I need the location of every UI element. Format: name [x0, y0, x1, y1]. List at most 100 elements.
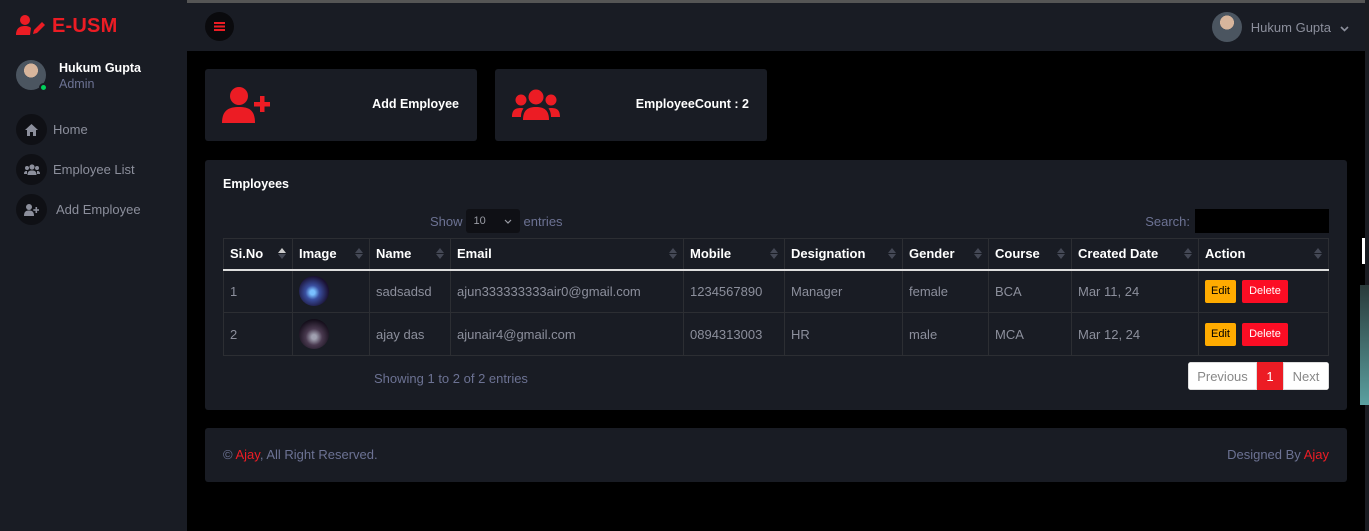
delete-button[interactable]: Delete	[1241, 279, 1288, 303]
panel-title: Employees	[223, 177, 290, 191]
pagination-previous[interactable]: Previous	[1188, 362, 1257, 390]
cell-image	[292, 269, 370, 313]
sort-icon	[1314, 248, 1322, 259]
entries-label: entries	[523, 213, 563, 229]
avatar	[16, 60, 48, 92]
table-row: 1 sadsadsd ajun333333333air0@gmail.com 1…	[223, 269, 1329, 313]
profile-role: Admin	[59, 77, 95, 91]
sidebar-item-label: Employee List	[53, 162, 135, 177]
user-edit-icon	[16, 14, 46, 39]
copyright-symbol: ©	[223, 447, 233, 462]
employee-photo	[299, 319, 329, 349]
copyright: © Ajay, All Right Reserved.	[223, 447, 378, 462]
column-header-email[interactable]: Email	[450, 238, 684, 271]
cell-action: Edit Delete	[1198, 269, 1329, 313]
search-label: Search:	[1145, 213, 1190, 229]
users-icon	[16, 154, 47, 185]
column-header-name[interactable]: Name	[369, 238, 451, 271]
pagination-page-1[interactable]: 1	[1257, 362, 1283, 390]
column-label: Email	[457, 246, 492, 262]
delete-button[interactable]: Delete	[1241, 322, 1288, 346]
online-status-dot	[39, 83, 48, 92]
menu-toggle-button[interactable]	[205, 12, 234, 41]
column-label: Si.No	[230, 246, 264, 262]
column-header-sino[interactable]: Si.No	[223, 238, 293, 271]
sidebar-item-label: Add Employee	[56, 202, 141, 217]
author-link[interactable]: Ajay	[236, 447, 260, 462]
chevron-down-icon	[504, 215, 512, 227]
sidebar-item-add-employee[interactable]: Add Employee	[16, 194, 176, 225]
show-label: Show	[430, 213, 463, 229]
sidebar-item-label: Home	[53, 122, 88, 137]
column-header-gender[interactable]: Gender	[902, 238, 989, 271]
app-root: E-USM Hukum Gupta Admin Home Employee Li…	[0, 0, 1369, 531]
background-window-edge	[1360, 285, 1369, 405]
rights-text: , All Right Reserved.	[259, 447, 378, 462]
sort-icon	[770, 248, 778, 259]
column-header-image[interactable]: Image	[292, 238, 370, 271]
avatar	[1211, 12, 1242, 42]
sort-icon	[436, 248, 444, 259]
cell-mobile: 1234567890	[683, 269, 785, 313]
cell-name: ajay das	[369, 312, 451, 356]
table-info: Showing 1 to 2 of 2 entries	[374, 371, 528, 386]
brand-logo[interactable]: E-USM	[16, 12, 117, 40]
column-label: Course	[995, 246, 1040, 262]
cell-name: sadsadsd	[369, 269, 451, 313]
add-employee-label: Add Employee	[372, 97, 459, 111]
user-plus-icon	[222, 86, 270, 127]
cell-email: ajun333333333air0@gmail.com	[450, 269, 684, 313]
search-input[interactable]	[1195, 209, 1329, 233]
add-employee-card[interactable]: Add Employee	[205, 69, 477, 141]
column-header-designation[interactable]: Designation	[784, 238, 903, 271]
pagination-next[interactable]: Next	[1283, 362, 1329, 390]
designer-link[interactable]: Ajay	[1304, 447, 1329, 462]
column-header-course[interactable]: Course	[988, 238, 1072, 271]
cell-created-date: Mar 11, 24	[1071, 269, 1199, 313]
employee-photo	[299, 276, 329, 307]
profile-name: Hukum Gupta	[59, 61, 141, 75]
cell-sino: 1	[223, 269, 293, 313]
employees-table: Si.No Image Name Email Mobile Designatio…	[223, 238, 1329, 356]
sort-icon	[278, 248, 286, 259]
footer: © Ajay, All Right Reserved. Designed By …	[205, 428, 1347, 482]
page-size-select[interactable]: 10	[465, 209, 520, 233]
cell-designation: Manager	[784, 269, 903, 313]
cell-image	[292, 312, 370, 356]
sidebar-nav: Home Employee List Add Employee	[16, 114, 176, 234]
sort-icon	[669, 248, 677, 259]
hamburger-icon	[214, 19, 225, 34]
column-header-action[interactable]: Action	[1198, 238, 1329, 271]
background-window-edge	[1362, 238, 1365, 264]
column-header-created-date[interactable]: Created Date	[1071, 238, 1199, 271]
cell-gender: female	[902, 269, 989, 313]
column-label: Action	[1205, 246, 1246, 262]
sort-icon	[974, 248, 982, 259]
cell-course: BCA	[988, 269, 1072, 313]
cell-mobile: 0894313003	[683, 312, 785, 356]
cell-email: ajunair4@gmail.com	[450, 312, 684, 356]
edit-button[interactable]: Edit	[1205, 279, 1236, 303]
designed-by: Designed By Ajay	[1227, 447, 1329, 462]
edit-button[interactable]: Edit	[1205, 322, 1236, 346]
sort-icon	[1057, 248, 1065, 259]
column-label: Name	[376, 246, 412, 262]
column-label: Designation	[791, 246, 866, 262]
cell-action: Edit Delete	[1198, 312, 1329, 356]
sidebar: E-USM Hukum Gupta Admin Home Employee Li…	[0, 0, 187, 531]
user-menu-dropdown[interactable]: Hukum Gupta	[1211, 12, 1349, 42]
page-size-control: Show 10 entries	[430, 209, 563, 233]
column-label: Image	[299, 246, 337, 262]
sort-icon	[1184, 248, 1192, 259]
cell-sino: 2	[223, 312, 293, 356]
employees-panel: Employees Show 10 entries Search: Si.No …	[205, 160, 1347, 410]
cell-designation: HR	[784, 312, 903, 356]
users-icon	[512, 89, 560, 124]
sidebar-item-employee-list[interactable]: Employee List	[16, 154, 176, 185]
column-label: Gender	[909, 246, 955, 262]
user-name: Hukum Gupta	[1250, 19, 1331, 35]
sidebar-item-home[interactable]: Home	[16, 114, 176, 145]
column-header-mobile[interactable]: Mobile	[683, 238, 785, 271]
sort-icon	[888, 248, 896, 259]
employee-count-card: EmployeeCount : 2	[495, 69, 767, 141]
